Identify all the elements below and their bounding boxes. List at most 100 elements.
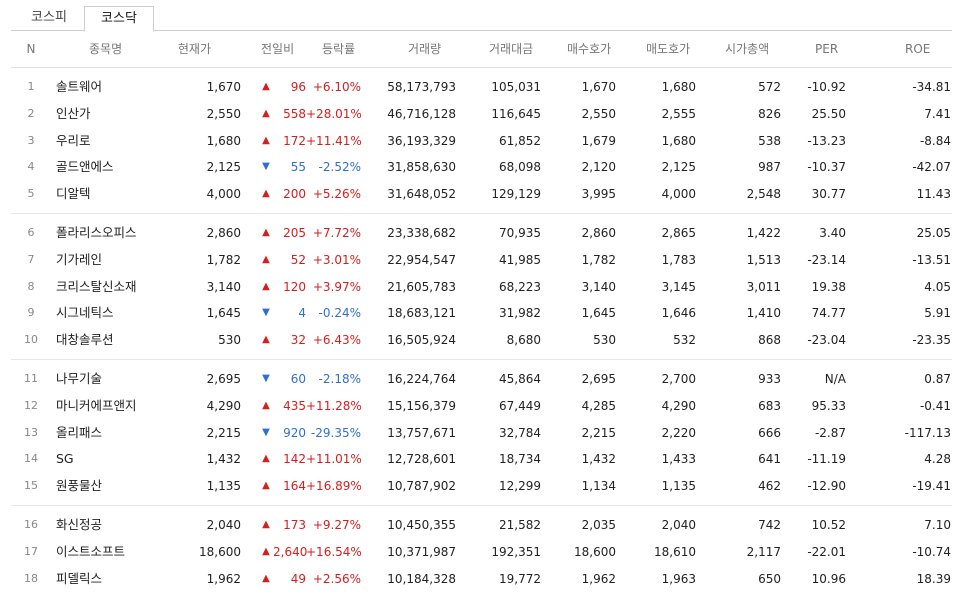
row-group: 11 나무기술 2,695 ▼ 60 -2.18% 16,224,764 45,864 2,69…	[11, 360, 952, 506]
market-cap: 1,513	[746, 252, 781, 267]
table-row[interactable]: 16 화신정공 2,040 ▲ 173 +9.27% 10,450,355 21,582 2,0…	[11, 512, 952, 539]
table-row[interactable]: 14 SG 1,432 ▲ 142 +11.01% 12,728,601 18,734 1,43…	[11, 446, 952, 473]
stock-name[interactable]: 기가레인	[56, 247, 102, 274]
per-value: 95.33	[811, 398, 846, 413]
change-value: 173	[283, 517, 306, 532]
stock-name[interactable]: 이스트소프트	[56, 539, 125, 566]
change-rate: +6.43%	[312, 333, 361, 348]
market-cap: 572	[758, 80, 781, 94]
change-value: 200	[283, 187, 306, 202]
change-rate: -0.24%	[318, 306, 361, 321]
change-arrow-icon: ▲	[262, 107, 270, 119]
stock-name[interactable]: 인산가	[56, 101, 91, 128]
trade-amount: 31,982	[499, 306, 541, 321]
change-arrow-icon: ▲	[262, 253, 270, 265]
rank-number: 1	[27, 80, 35, 93]
ask-price: 1,433	[661, 452, 696, 467]
change-arrow-icon: ▲	[262, 572, 270, 584]
table-row[interactable]: 18 피델릭스 1,962 ▲ 49 +2.56% 10,184,328 19,772 1,96…	[11, 566, 952, 593]
tab-kosdaq[interactable]: 코스닥	[84, 6, 154, 32]
change-rate: +2.56%	[312, 571, 361, 586]
stock-name[interactable]: 시그네틱스	[56, 300, 114, 327]
roe-value: 7.10	[924, 517, 951, 532]
header-rate: 등락률	[322, 42, 356, 56]
header-cap: 시가총액	[725, 42, 770, 56]
trade-volume: 58,173,793	[387, 80, 456, 94]
stock-name[interactable]: 폴라리스오피스	[56, 220, 137, 247]
current-price: 2,550	[206, 106, 241, 121]
current-price: 1,135	[206, 479, 241, 494]
trade-amount: 61,852	[499, 133, 541, 148]
table-row[interactable]: 5 디알텍 4,000 ▲ 200 +5.26% 31,648,052 129,129 3,99…	[11, 181, 952, 208]
change-rate: +11.41%	[306, 133, 362, 148]
stock-name[interactable]: 크리스탈신소재	[56, 274, 137, 301]
roe-value: 4.05	[924, 279, 951, 294]
table-row[interactable]: 13 올리패스 2,215 ▼ 920 -29.35% 13,757,671 32,784 2,…	[11, 420, 952, 447]
change-arrow-icon: ▼	[262, 426, 270, 438]
current-price: 1,680	[206, 133, 241, 148]
table-row[interactable]: 2 인산가 2,550 ▲ 558 +28.01% 46,716,128 116,645 2,5…	[11, 101, 952, 128]
stock-name[interactable]: 피델릭스	[56, 566, 102, 593]
rank-number: 9	[27, 306, 35, 320]
table-row[interactable]: 7 기가레인 1,782 ▲ 52 +3.01% 22,954,547 41,985 1,782…	[11, 247, 952, 274]
bid-price: 2,695	[581, 371, 616, 386]
roe-value: -0.41	[919, 398, 951, 413]
change-rate: -2.52%	[318, 160, 361, 175]
table-header: N 종목명 현재가 전일비 등락률 거래량 거래대금 매수호가 매도호가 시가총…	[11, 31, 952, 68]
per-value: 74.77	[811, 306, 846, 321]
trade-volume: 31,648,052	[387, 187, 456, 202]
current-price: 2,695	[206, 371, 241, 386]
stock-name[interactable]: 골드앤에스	[56, 154, 114, 181]
table-row[interactable]: 6 폴라리스오피스 2,860 ▲ 205 +7.72% 23,338,682 70,935 2…	[11, 220, 952, 247]
table-row[interactable]: 11 나무기술 2,695 ▼ 60 -2.18% 16,224,764 45,864 2,69…	[11, 366, 952, 393]
stock-name[interactable]: 솔트웨어	[56, 74, 102, 101]
current-price: 2,125	[206, 160, 241, 175]
stock-name[interactable]: 올리패스	[56, 420, 102, 447]
table-row[interactable]: 8 크리스탈신소재 3,140 ▲ 120 +3.97% 21,605,783 68,223 3…	[11, 274, 952, 301]
trade-amount: 129,129	[491, 187, 541, 202]
stock-name[interactable]: 화신정공	[56, 512, 102, 539]
trade-amount: 68,223	[499, 279, 541, 294]
table-row[interactable]: 4 골드앤에스 2,125 ▼ 55 -2.52% 31,858,630 68,098 2,12…	[11, 154, 952, 181]
ask-price: 2,555	[661, 106, 696, 121]
current-price: 18,600	[199, 544, 241, 559]
table-row[interactable]: 15 원풍물산 1,135 ▲ 164 +16.89% 10,787,902 12,299 1,…	[11, 473, 952, 500]
header-price: 현재가	[177, 42, 211, 56]
current-price: 530	[218, 333, 241, 348]
stock-name[interactable]: 마니커에프앤지	[56, 393, 137, 420]
trade-volume: 18,683,121	[387, 306, 456, 321]
trade-volume: 10,184,328	[387, 571, 456, 586]
change-value: 32	[290, 333, 306, 348]
stock-name[interactable]: 디알텍	[56, 181, 91, 208]
tab-kospi[interactable]: 코스피	[14, 6, 84, 30]
trade-amount: 45,864	[499, 371, 541, 386]
stock-name[interactable]: 대창솔루션	[56, 327, 114, 354]
stock-name[interactable]: 원풍물산	[56, 473, 102, 500]
change-value: 172	[283, 133, 306, 148]
market-cap: 933	[758, 371, 781, 386]
stock-name[interactable]: SG	[56, 446, 74, 473]
market-cap: 538	[758, 133, 781, 148]
roe-value: 5.91	[924, 306, 951, 321]
table-row[interactable]: 9 시그네틱스 1,645 ▼ 4 -0.24% 18,683,121 31,982 1,645…	[11, 300, 952, 327]
table-row[interactable]: 17 이스트소프트 18,600 ▲ 2,640 +16.54% 10,371,987 192…	[11, 539, 952, 566]
table-row[interactable]: 10 대창솔루션 530 ▲ 32 +6.43% 16,505,924 8,680 530 532…	[11, 327, 952, 354]
bid-price: 18,600	[574, 544, 616, 559]
market-cap: 683	[758, 398, 781, 413]
roe-value: -19.41	[912, 479, 951, 494]
table-row[interactable]: 12 마니커에프앤지 4,290 ▲ 435 +11.28% 15,156,379 67,44…	[11, 393, 952, 420]
table-row[interactable]: 3 우리로 1,680 ▲ 172 +11.41% 36,193,329 61,852 1,67…	[11, 128, 952, 155]
roe-value: -13.51	[912, 252, 951, 267]
change-arrow-icon: ▼	[262, 161, 270, 173]
change-value: 2,640	[273, 544, 308, 559]
stock-name[interactable]: 나무기술	[56, 366, 102, 393]
trade-volume: 16,224,764	[387, 371, 456, 386]
stock-name[interactable]: 우리로	[56, 128, 91, 155]
trade-volume: 10,371,987	[387, 544, 456, 559]
table-row[interactable]: 1 솔트웨어 1,670 ▲ 96 +6.10% 58,173,793 105,031 1,67…	[11, 74, 952, 101]
row-group: 6 폴라리스오피스 2,860 ▲ 205 +7.72% 23,338,682 70,935 2…	[11, 214, 952, 360]
market-cap: 1,422	[746, 225, 781, 240]
rank-number: 11	[24, 371, 38, 385]
market-cap: 2,548	[746, 187, 781, 202]
market-cap: 650	[758, 571, 781, 586]
